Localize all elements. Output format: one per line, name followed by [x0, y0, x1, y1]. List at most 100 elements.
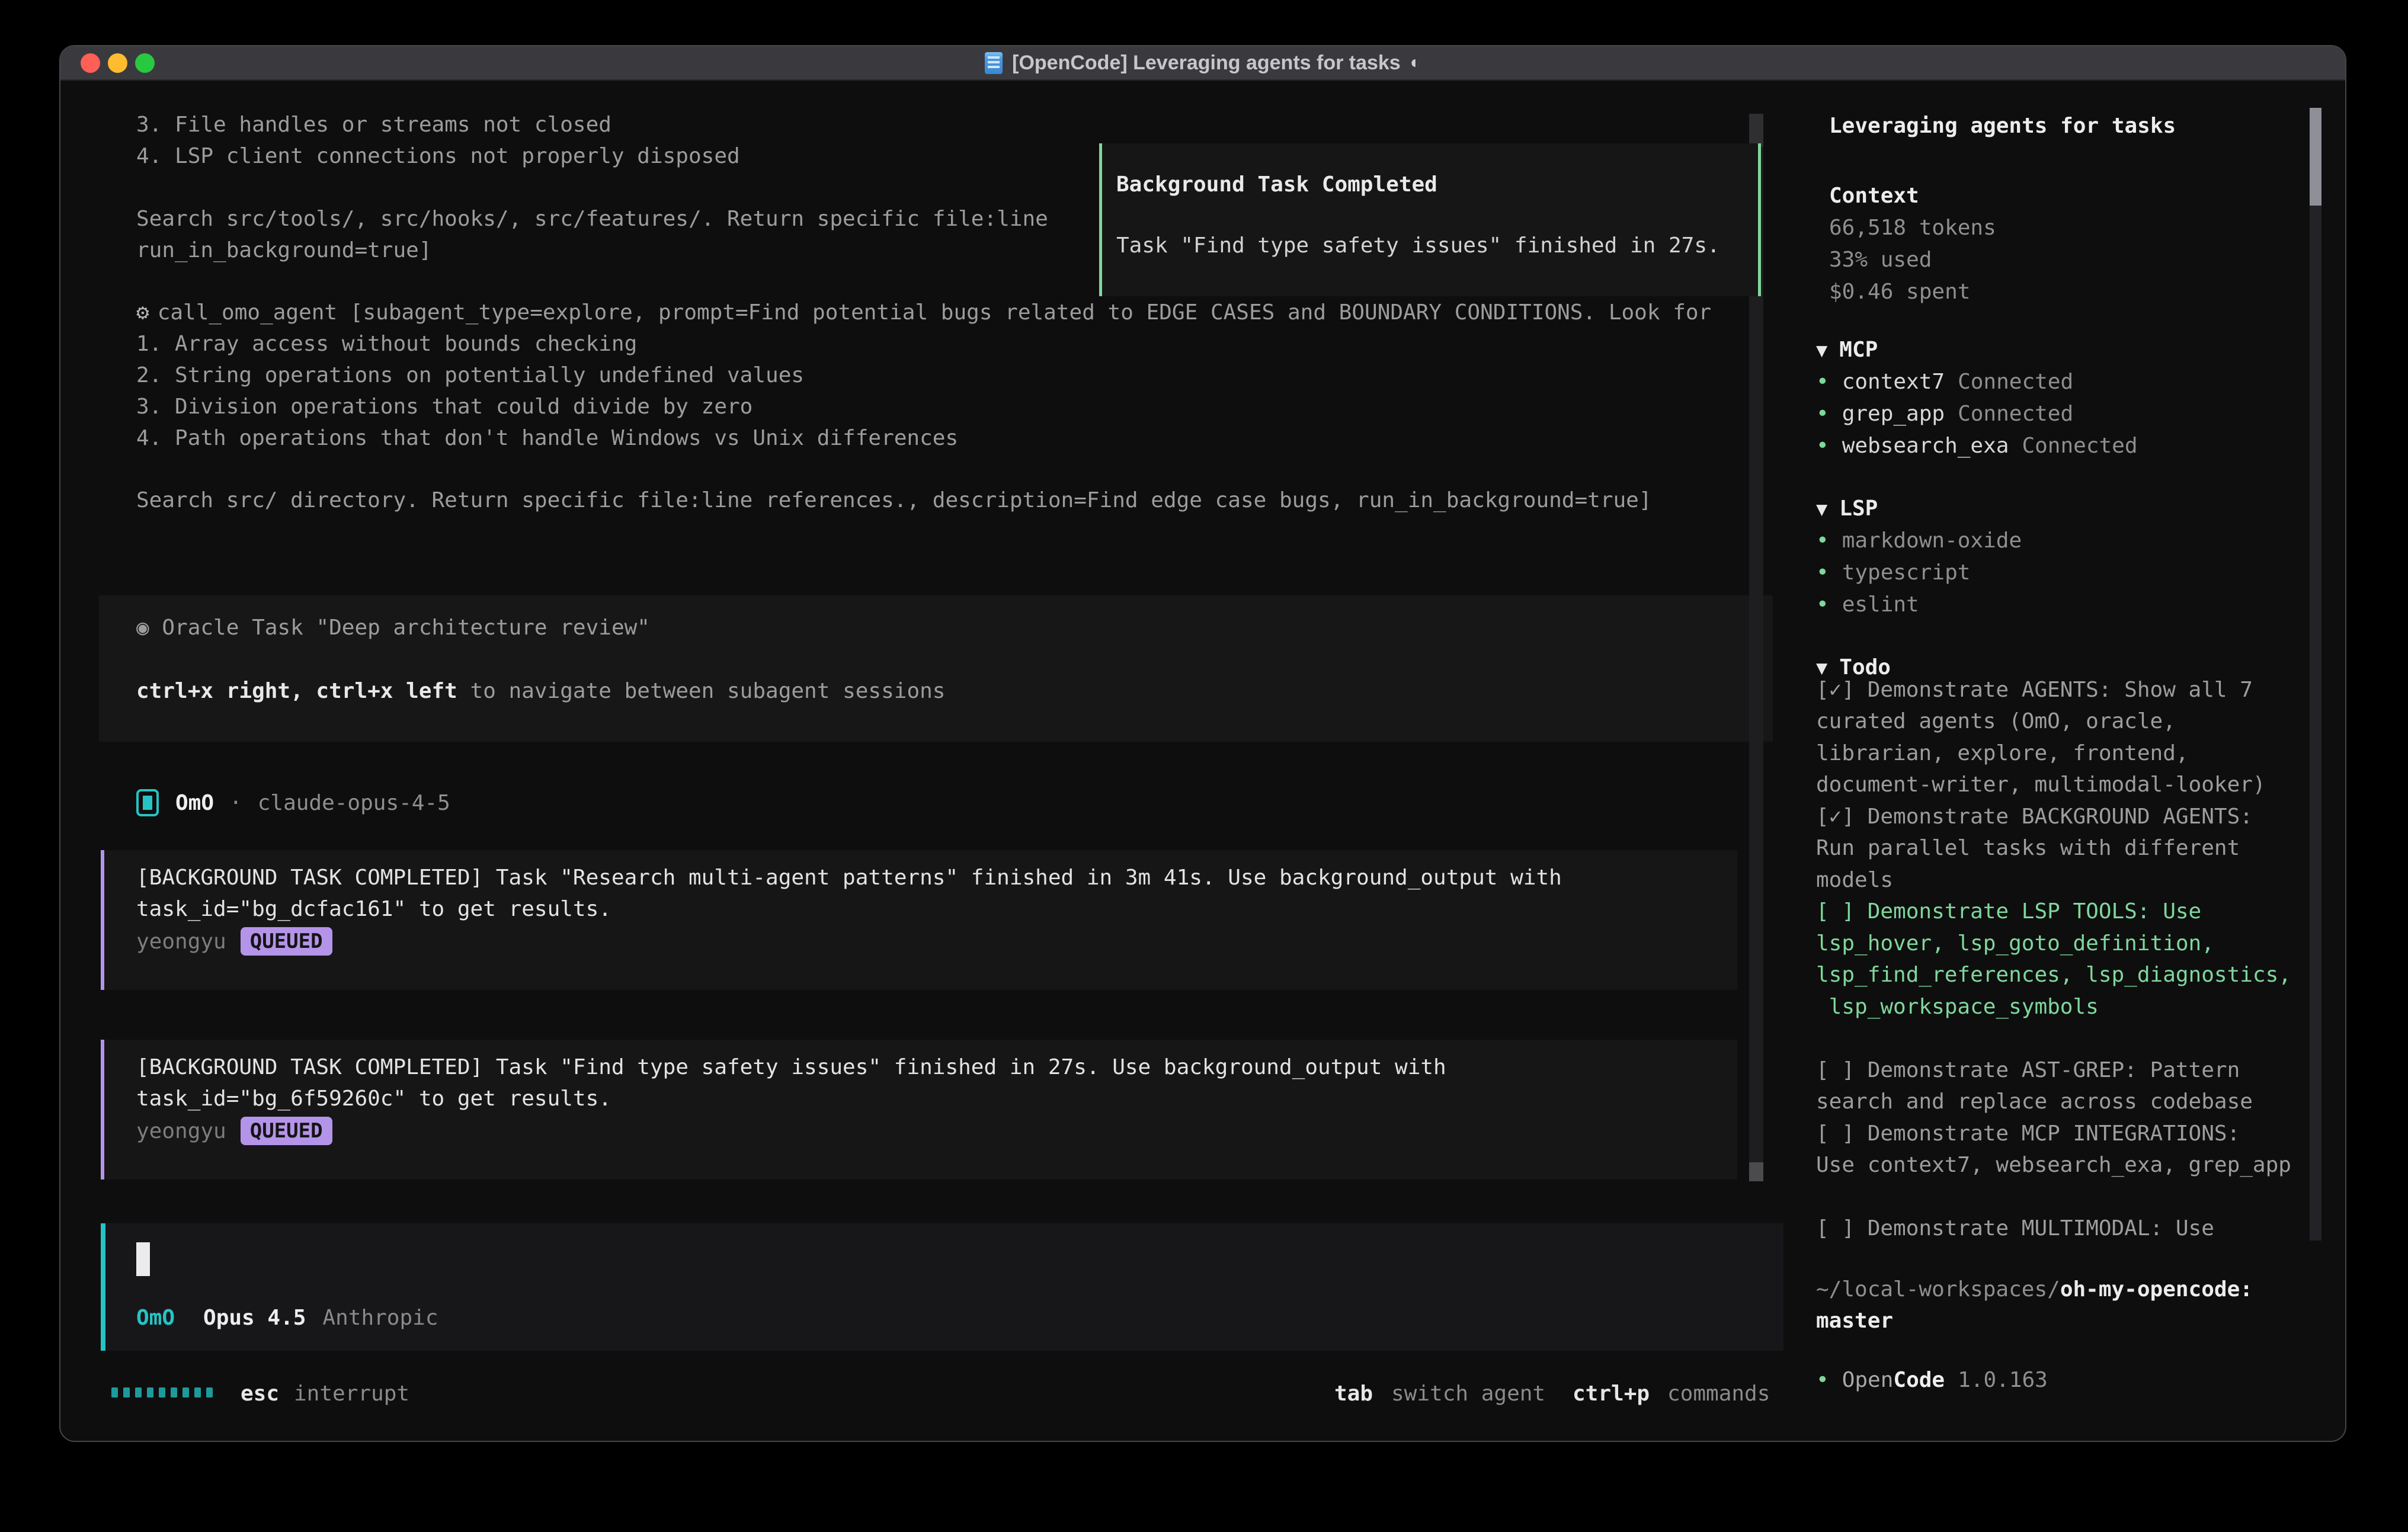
sidebar-session-title: Leveraging agents for tasks	[1829, 110, 2176, 142]
todo-line: Run parallel tasks with different	[1816, 832, 2240, 864]
mcp-item-name: context7	[1842, 370, 1945, 394]
mcp-item-status: Connected	[1958, 402, 2073, 426]
mcp-item: • grep_app Connected	[1816, 398, 2073, 430]
commands-key-hint: ctrl+p	[1573, 1378, 1650, 1409]
lsp-section-label: LSP	[1839, 496, 1878, 521]
record-icon: ◉	[136, 616, 162, 640]
minimize-button[interactable]	[108, 53, 127, 73]
context-header: Context	[1829, 180, 1919, 211]
mcp-item: • websearch_exa Connected	[1816, 430, 2138, 461]
todo-line: models	[1816, 864, 1893, 896]
mcp-section-header[interactable]: ▼MCP	[1816, 334, 1878, 366]
bullet-icon: •	[1816, 528, 1829, 553]
main-scrollbar-thumb[interactable]	[1749, 1162, 1763, 1181]
sidebar-scrollbar[interactable]	[2310, 108, 2321, 1241]
interrupt-key: esc	[241, 1378, 279, 1409]
active-model: Opus 4.5	[203, 1302, 306, 1334]
background-task-message: [BACKGROUND TASK COMPLETED] Task "Resear…	[101, 850, 1737, 990]
main-scrollbar-top-cap[interactable]	[1749, 114, 1763, 147]
terminal-line: 4. Path operations that don't handle Win…	[136, 422, 958, 454]
bullet-icon: •	[1816, 592, 1829, 617]
working-spinner-dots	[111, 1387, 213, 1398]
context-used: 33% used	[1829, 244, 1932, 275]
lsp-item: • typescript	[1816, 557, 1970, 588]
todo-line: [ ] Demonstrate MCP INTEGRATIONS:	[1816, 1118, 2240, 1149]
mcp-item-status: Connected	[1958, 370, 2073, 394]
terminal-line: 4. LSP client connections not properly d…	[136, 140, 740, 172]
message-meta: yeongyu QUEUED	[136, 1114, 332, 1148]
lsp-item: • markdown-oxide	[1816, 525, 2022, 556]
toast-body: Task "Find type safety issues" finished …	[1116, 233, 1720, 258]
terminal-line: Search src/ directory. Return specific f…	[136, 485, 1652, 516]
message-line: task_id="bg_6f59260c" to get results.	[136, 1083, 611, 1114]
prompt-input[interactable]: OmO Opus 4.5 Anthropic	[101, 1223, 1783, 1351]
mcp-item-status: Connected	[2022, 434, 2137, 458]
hint-keys: ctrl+x right, ctrl+x left	[136, 679, 457, 703]
lsp-item-name: eslint	[1842, 592, 1919, 617]
model-provider: Anthropic	[322, 1302, 438, 1334]
message-line: task_id="bg_dcfac161" to get results.	[136, 893, 611, 925]
bullet-icon: •	[1816, 560, 1829, 585]
oracle-task-title-line: ◉ Oracle Task "Deep architecture review"	[136, 612, 650, 643]
zoom-button[interactable]	[135, 53, 155, 73]
workspace-path: ~/local-workspaces/oh-my-opencode:	[1816, 1274, 2253, 1305]
todo-line: [ ] Demonstrate AST-GREP: Pattern	[1816, 1055, 2240, 1086]
oracle-task-box: ◉ Oracle Task "Deep architecture review"…	[99, 595, 1773, 742]
app-name-bold: Code	[1893, 1368, 1945, 1392]
app-name-dim: Open	[1842, 1368, 1894, 1392]
message-author: yeongyu	[136, 1119, 226, 1143]
session-state-icon: ◐	[1410, 53, 1421, 73]
chevron-down-icon: ▼	[1816, 498, 1827, 520]
background-task-toast[interactable]: Background Task Completed Task "Find typ…	[1099, 143, 1761, 296]
context-spent: $0.46 spent	[1829, 276, 1970, 307]
traffic-lights	[81, 46, 155, 79]
queued-badge: QUEUED	[241, 927, 332, 956]
todo-line: librarian, explore, frontend,	[1816, 738, 2189, 769]
close-button[interactable]	[81, 53, 100, 73]
separator-dot: ·	[229, 791, 242, 815]
agent-icon	[136, 789, 159, 816]
context-tokens: 66,518 tokens	[1829, 212, 1996, 243]
mcp-item-name: websearch_exa	[1842, 434, 2009, 458]
message-line: [BACKGROUND TASK COMPLETED] Task "Resear…	[136, 862, 1562, 893]
todo-line: [ ] Demonstrate MULTIMODAL: Use	[1816, 1213, 2214, 1244]
agent-session-row: OmO · claude-opus-4-5	[136, 786, 450, 819]
version-line: •OpenCode1.0.163	[1816, 1364, 2048, 1396]
todo-line: search and replace across codebase	[1816, 1086, 2253, 1117]
terminal-line: 3. File handles or streams not closed	[136, 109, 611, 140]
mcp-item-name: grep_app	[1842, 402, 1945, 426]
workspace-repo: oh-my-opencode:	[2060, 1277, 2253, 1302]
todo-line: curated agents (OmO, oracle,	[1816, 706, 2176, 737]
chevron-down-icon: ▼	[1816, 339, 1827, 361]
bullet-icon: •	[1816, 370, 1829, 394]
terminal-line: run_in_background=true]	[136, 235, 432, 266]
lsp-item: • eslint	[1816, 589, 1919, 620]
agent-name: OmO	[175, 791, 214, 815]
terminal-line: 3. Division operations that could divide…	[136, 391, 752, 422]
bullet-icon: •	[1816, 402, 1829, 426]
text-cursor	[136, 1242, 150, 1276]
gear-icon: ⚙	[136, 300, 149, 325]
todo-line-active: [ ] Demonstrate LSP TOOLS: Use	[1816, 896, 2201, 927]
model-status-row: OmO Opus 4.5 Anthropic	[136, 1302, 438, 1334]
background-task-message: [BACKGROUND TASK COMPLETED] Task "Find t…	[101, 1040, 1737, 1180]
mcp-item: • context7 Connected	[1816, 366, 2073, 398]
bullet-icon: •	[1816, 434, 1829, 458]
lsp-section-header[interactable]: ▼ LSP	[1816, 493, 1878, 525]
tool-call-header: call_omo_agent [subagent_type=explore, p…	[158, 300, 1712, 325]
workspace-branch: master	[1816, 1305, 1893, 1337]
tab-key-hint: tab	[1334, 1378, 1373, 1409]
bullet-icon: •	[1816, 1368, 1829, 1392]
lsp-item-name: markdown-oxide	[1842, 528, 2022, 553]
oracle-hint-line: ctrl+x right, ctrl+x left to navigate be…	[136, 675, 945, 707]
hint-text: to navigate between subagent sessions	[457, 679, 946, 703]
message-meta: yeongyu QUEUED	[136, 925, 332, 958]
lsp-item-name: typescript	[1842, 560, 1971, 585]
sidebar-scrollbar-thumb[interactable]	[2310, 108, 2321, 206]
oracle-task-title: Oracle Task "Deep architecture review"	[162, 616, 650, 640]
message-line: [BACKGROUND TASK COMPLETED] Task "Find t…	[136, 1052, 1446, 1083]
todo-line: [✓] Demonstrate BACKGROUND AGENTS:	[1816, 801, 2253, 832]
titlebar: [OpenCode] Leveraging agents for tasks ◐	[60, 46, 2345, 81]
todo-line-active: lsp_hover, lsp_goto_definition,	[1816, 928, 2214, 959]
active-agent: OmO	[136, 1302, 175, 1334]
